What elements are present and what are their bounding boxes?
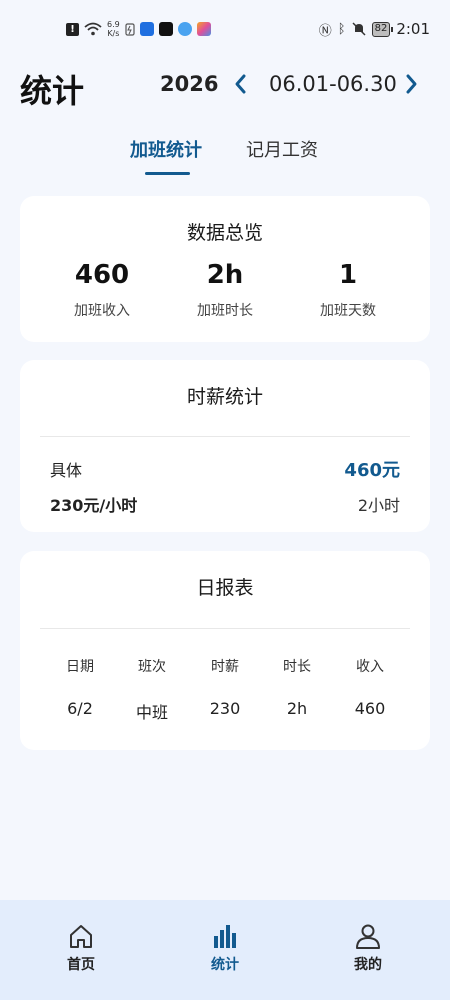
stat-days-value: 1 bbox=[338, 260, 358, 290]
battery-indicator: 82 bbox=[371, 21, 394, 37]
nav-statistics-label: 统计 bbox=[211, 957, 239, 973]
alert-icon: ! bbox=[66, 22, 79, 36]
network-speed: 6.9 K/s bbox=[107, 20, 120, 38]
battery-saver-icon bbox=[125, 23, 135, 36]
browser-app-icon bbox=[177, 22, 192, 36]
overview-title: 数据总览 bbox=[186, 222, 263, 244]
person-icon bbox=[356, 924, 380, 949]
speed-value: 6.9 bbox=[107, 20, 120, 29]
nav-home[interactable]: 首页 bbox=[36, 922, 126, 974]
daily-report-card: 日报表 日期 班次 时薪 时长 收入 6/2 中班 230 2h 460 bbox=[20, 551, 430, 750]
nav-profile-label: 我的 bbox=[354, 957, 382, 973]
gallery-app-icon bbox=[196, 22, 211, 36]
page-title: 统计 bbox=[20, 72, 85, 110]
stat-income-label: 加班收入 bbox=[74, 303, 130, 319]
tab-overtime-stats[interactable]: 加班统计 bbox=[130, 136, 202, 162]
column-header-date: 日期 bbox=[66, 659, 94, 675]
home-icon bbox=[70, 925, 92, 948]
stat-days: 1 加班天数 bbox=[283, 260, 413, 320]
nav-home-label: 首页 bbox=[67, 957, 95, 973]
cell-income: 460 bbox=[354, 699, 386, 718]
tiktok-app-icon bbox=[158, 22, 173, 36]
cell-date: 6/2 bbox=[67, 699, 93, 718]
cloud-app-icon bbox=[139, 22, 154, 36]
date-range: 06.01-06.30 bbox=[269, 72, 397, 96]
year-label: 2026 bbox=[160, 72, 219, 96]
detail-label: 具体 bbox=[50, 461, 83, 480]
hours-value: 2小时 bbox=[357, 496, 400, 515]
detail-value: 460元 bbox=[344, 460, 400, 481]
bar-chart-icon bbox=[214, 925, 236, 948]
tab-bar: 加班统计 记月工资 bbox=[0, 130, 450, 180]
nav-statistics[interactable]: 统计 bbox=[180, 922, 270, 974]
column-header-duration: 时长 bbox=[283, 659, 311, 675]
column-header-shift: 班次 bbox=[138, 659, 166, 675]
stat-duration: 2h 加班时长 bbox=[160, 260, 290, 320]
nfc-icon: Ⓝ bbox=[318, 23, 332, 39]
stat-duration-label: 加班时长 bbox=[197, 303, 253, 319]
hourly-title: 时薪统计 bbox=[186, 386, 263, 408]
stat-days-label: 加班天数 bbox=[320, 303, 376, 319]
stat-income-value: 460 bbox=[74, 260, 130, 290]
hourly-rate: 230元/小时 bbox=[50, 496, 138, 515]
daily-title: 日报表 bbox=[196, 577, 254, 599]
clock: 2:01 bbox=[396, 20, 430, 38]
mute-bell-icon bbox=[352, 22, 366, 36]
bluetooth-icon: ᛒ bbox=[337, 21, 346, 37]
hourly-wage-card: 时薪统计 具体 460元 230元/小时 2小时 bbox=[20, 360, 430, 532]
nav-profile[interactable]: 我的 bbox=[323, 922, 413, 974]
status-right: Ⓝ ᛒ 82 2:01 bbox=[319, 20, 430, 39]
next-month-button[interactable] bbox=[400, 70, 422, 98]
chevron-right-icon bbox=[406, 74, 417, 94]
tab-monthly-salary[interactable]: 记月工资 bbox=[246, 136, 318, 162]
status-bar: ! 6.9 K/s Ⓝ ᛒ 82 2:01 bbox=[0, 0, 450, 58]
wifi-icon bbox=[84, 22, 102, 36]
cell-duration: 2h bbox=[286, 699, 308, 718]
header: 统计 2026 06.01-06.30 bbox=[0, 58, 450, 114]
status-left: ! 6.9 K/s bbox=[66, 20, 211, 38]
stat-income: 460 加班收入 bbox=[37, 260, 167, 320]
divider bbox=[40, 628, 410, 629]
cell-rate: 230 bbox=[209, 699, 241, 718]
divider bbox=[40, 436, 410, 437]
stat-duration-value: 2h bbox=[206, 260, 244, 290]
chevron-left-icon bbox=[235, 74, 246, 94]
overview-card: 数据总览 460 加班收入 2h 加班时长 1 加班天数 bbox=[20, 196, 430, 342]
cell-shift: 中班 bbox=[135, 703, 168, 722]
speed-unit: K/s bbox=[107, 29, 120, 38]
column-header-rate: 时薪 bbox=[211, 659, 239, 675]
previous-month-button[interactable] bbox=[230, 70, 252, 98]
active-tab-indicator bbox=[145, 172, 190, 175]
bottom-navigation: 首页 统计 我的 bbox=[0, 900, 450, 1000]
column-header-income: 收入 bbox=[356, 659, 384, 675]
